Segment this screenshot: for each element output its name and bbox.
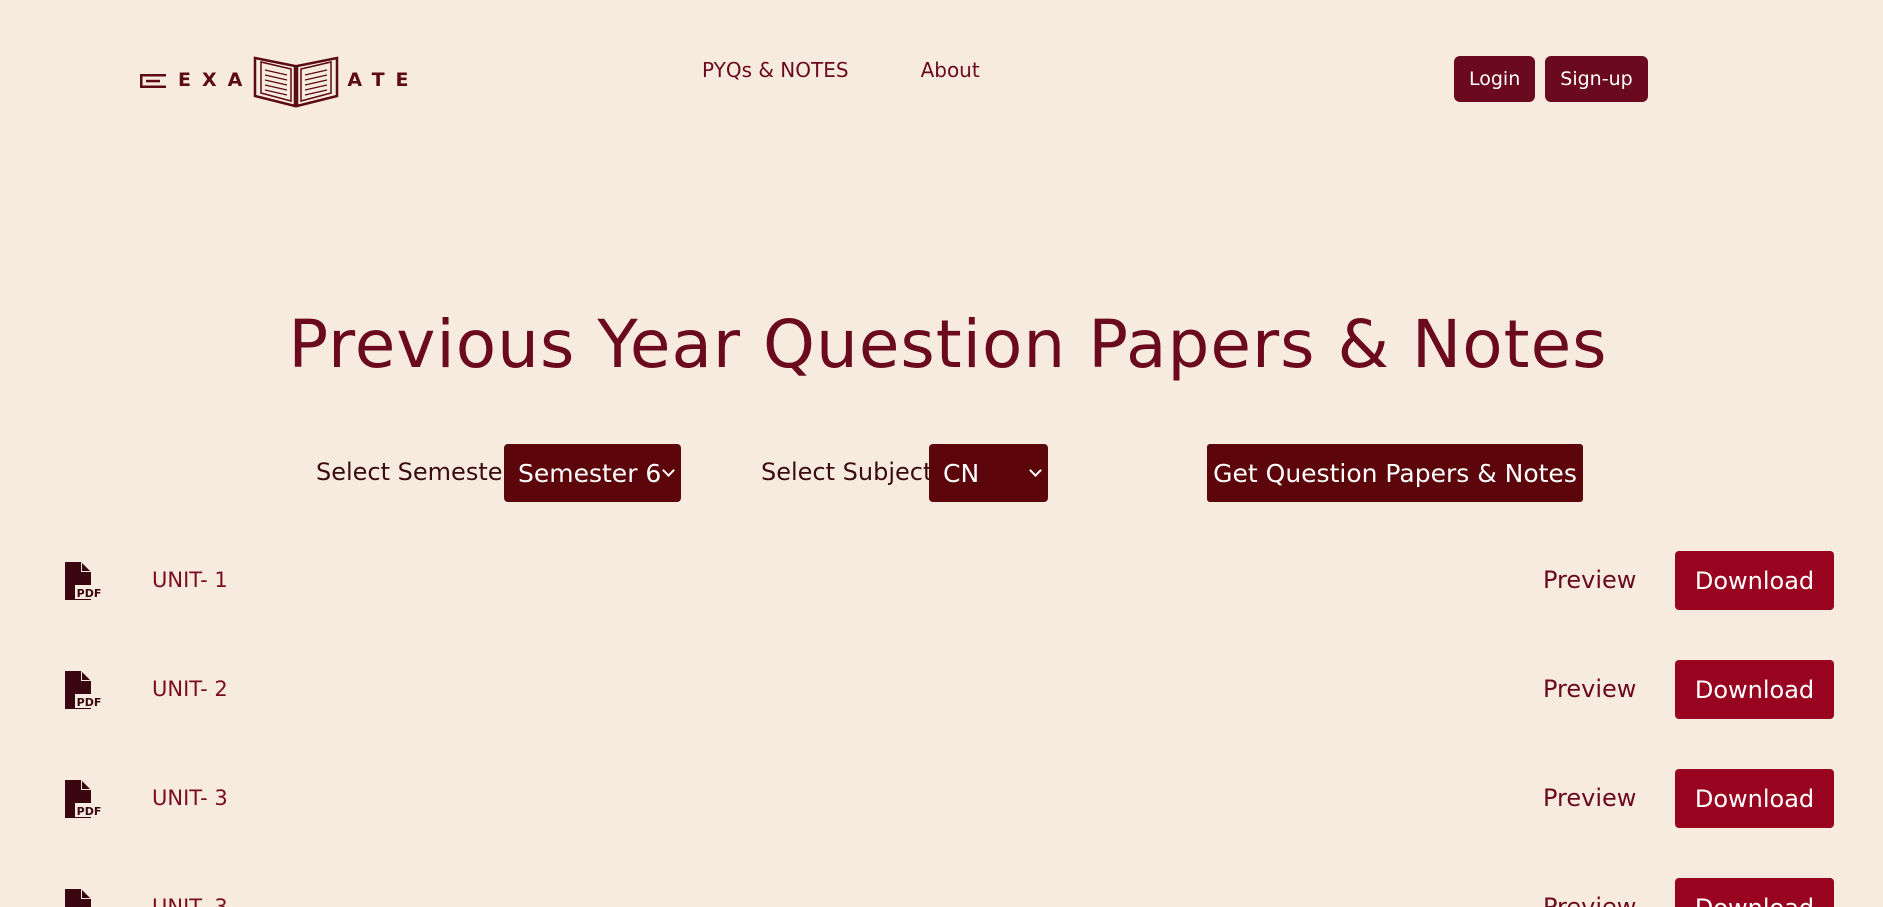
main-nav: PYQs & NOTES About	[702, 58, 980, 82]
logo-text-left: EXA	[178, 69, 254, 91]
document-title: UNIT- 1	[152, 568, 228, 592]
pdf-file-icon: PDF	[65, 562, 103, 600]
svg-text:PDF: PDF	[77, 805, 102, 818]
chevron-down-icon	[662, 464, 675, 477]
pdf-file-icon: PDF	[65, 889, 91, 907]
open-book-icon	[254, 56, 339, 108]
preview-link[interactable]: Preview	[1543, 784, 1636, 812]
nav-link-about[interactable]: About	[921, 58, 980, 82]
subject-label: Select Subject:	[761, 458, 941, 486]
document-row: PDF UNIT- 3 Preview Download	[0, 769, 1883, 829]
document-title: UNIT- 3	[152, 895, 228, 907]
document-row: PDF UNIT- 2 Preview Download	[0, 660, 1883, 720]
logo-text-right: ATE	[347, 69, 420, 91]
page-title: Previous Year Question Papers & Notes	[288, 306, 1608, 383]
document-row: PDF UNIT- 3 Preview Download	[0, 878, 1883, 907]
download-button[interactable]: Download	[1675, 660, 1834, 719]
download-button[interactable]: Download	[1675, 769, 1834, 828]
pdf-file-icon: PDF	[65, 780, 103, 818]
filter-bar: Select Semester: Semester 6 Select Subje…	[0, 444, 1883, 502]
preview-link[interactable]: Preview	[1543, 893, 1636, 907]
get-papers-button[interactable]: Get Question Papers & Notes	[1207, 444, 1583, 502]
subject-select-value: CN	[943, 458, 980, 488]
signup-button[interactable]: Sign-up	[1545, 56, 1648, 102]
preview-link[interactable]: Preview	[1543, 566, 1636, 594]
semester-select[interactable]: Semester 6	[504, 444, 681, 502]
subject-select[interactable]: CN	[929, 444, 1048, 502]
svg-text:PDF: PDF	[77, 587, 102, 600]
chevron-down-icon	[1029, 464, 1042, 477]
auth-buttons: Login Sign-up	[1454, 56, 1648, 102]
semester-select-value: Semester 6	[518, 458, 662, 488]
site-logo[interactable]: EXA ATE	[140, 52, 420, 108]
download-button[interactable]: Download	[1675, 551, 1834, 610]
nav-link-pyqs-notes[interactable]: PYQs & NOTES	[702, 58, 849, 82]
document-title: UNIT- 3	[152, 786, 228, 810]
document-row: PDF UNIT- 1 Preview Download	[0, 551, 1883, 611]
preview-link[interactable]: Preview	[1543, 675, 1636, 703]
svg-text:PDF: PDF	[77, 696, 102, 709]
semester-label: Select Semester:	[316, 458, 521, 486]
pdf-file-icon: PDF	[65, 671, 103, 709]
document-title: UNIT- 2	[152, 677, 228, 701]
logo-e-glyph	[140, 73, 166, 88]
download-button[interactable]: Download	[1675, 878, 1834, 907]
page: EXA ATE PYQs & NOTES About Login Sign-up…	[0, 0, 1883, 907]
login-button[interactable]: Login	[1454, 56, 1536, 102]
